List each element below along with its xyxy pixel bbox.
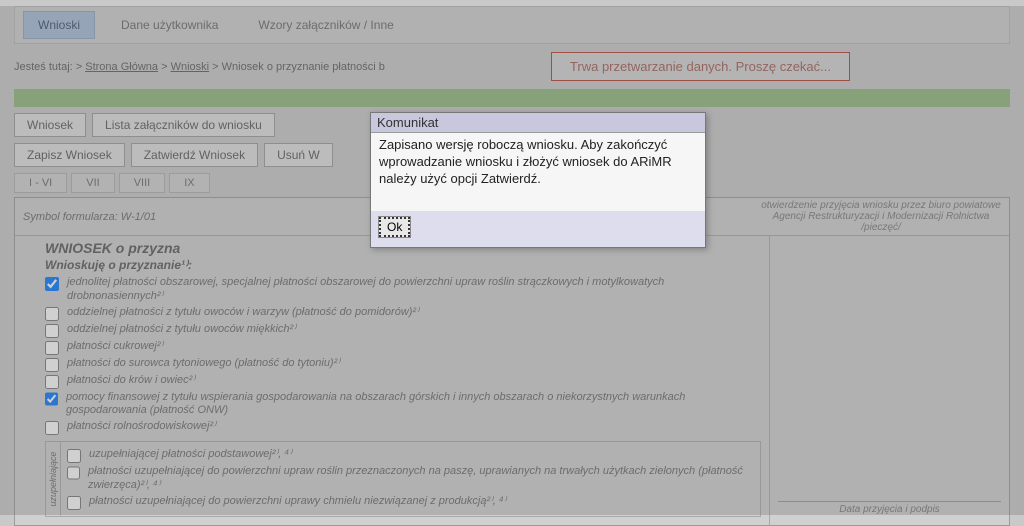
item-label: płatności do krów i owiec²⁾	[67, 374, 195, 388]
breadcrumb-link-wnioski[interactable]: Wnioski	[171, 61, 210, 73]
list-item: pomocy finansowej z tytułu wspierania go…	[45, 391, 761, 419]
checkbox-item-6[interactable]	[45, 392, 58, 406]
subtab-lista-zalacznikow[interactable]: Lista załączników do wniosku	[92, 113, 275, 137]
item-label: oddzielnej płatności z tytułu owoców i w…	[67, 306, 419, 320]
checkbox-item-3[interactable]	[45, 341, 59, 355]
breadcrumb-link-home[interactable]: Strona Główna	[85, 61, 158, 73]
right-footer-label: Data przyjęcia i podpis	[839, 504, 940, 515]
dialog-body: Zapisano wersję roboczą wniosku. Aby zak…	[371, 133, 705, 211]
page-tab-7[interactable]: VII	[71, 173, 114, 193]
breadcrumb-row: Jesteś tutaj: > Strona Główna > Wnioski …	[14, 52, 1010, 81]
checkbox-item-7[interactable]	[45, 421, 59, 435]
tab-wnioski[interactable]: Wnioski	[23, 11, 95, 39]
form-right-footer: Data przyjęcia i podpis	[778, 501, 1001, 515]
checkbox-item-2[interactable]	[45, 324, 59, 338]
sub-items: uzupełniającej płatności podstawowej²⁾, …	[61, 442, 760, 516]
top-nav: Wnioski Dane użytkownika Wzory załącznik…	[14, 6, 1010, 44]
approve-button[interactable]: Zatwierdź Wniosek	[131, 143, 258, 167]
item-label: jednolitej płatności obszarowej, specjal…	[67, 276, 761, 304]
list-item: płatności uzupełniającej do powierzchni …	[67, 465, 754, 493]
item-label: płatności uzupełniającej do powierzchni …	[88, 465, 754, 493]
item-label: płatności do surowca tytoniowego (płatno…	[67, 357, 340, 371]
checkbox-item-0[interactable]	[45, 277, 59, 291]
section-divider-bar	[14, 89, 1010, 107]
list-item: płatności cukrowej²⁾	[45, 340, 761, 355]
item-label: płatności uzupełniającej do powierzchni …	[89, 495, 506, 509]
breadcrumb-current: Wniosek o przyznanie płatności b	[222, 61, 385, 73]
dialog-footer: Ok	[371, 211, 705, 247]
breadcrumb: Jesteś tutaj: > Strona Główna > Wnioski …	[14, 61, 385, 73]
item-label: oddzielnej płatności z tytułu owoców mię…	[67, 323, 296, 337]
page-tab-8[interactable]: VIII	[119, 173, 166, 193]
checkbox-sub-1[interactable]	[67, 466, 80, 480]
checkbox-item-5[interactable]	[45, 375, 59, 389]
item-label: płatności rolnośrodowiskowej²⁾	[67, 420, 216, 434]
page-tab-9[interactable]: IX	[169, 173, 209, 193]
list-item: płatności do krów i owiec²⁾	[45, 374, 761, 389]
checkbox-sub-0[interactable]	[67, 449, 81, 463]
save-button[interactable]: Zapisz Wniosek	[14, 143, 125, 167]
processing-notice: Trwa przetwarzanie danych. Proszę czekać…	[551, 52, 850, 81]
page-tab-1-6[interactable]: I - VI	[14, 173, 67, 193]
tab-wzory-zalacznikow[interactable]: Wzory załączników / Inne	[244, 12, 407, 38]
list-item: płatności do surowca tytoniowego (płatno…	[45, 357, 761, 372]
list-item: płatności rolnośrodowiskowej²⁾	[45, 420, 761, 435]
sub-group-label: uzupełniające	[46, 442, 61, 516]
list-item: oddzielnej płatności z tytułu owoców mię…	[45, 323, 761, 338]
form-right-header: otwierdzenie przyjęcia wniosku przez biu…	[761, 200, 1001, 233]
ok-button[interactable]: Ok	[379, 217, 410, 237]
sub-group: uzupełniające uzupełniającej płatności p…	[45, 441, 761, 517]
tab-dane-uzytkownika[interactable]: Dane użytkownika	[107, 12, 232, 38]
form-subtitle: Wnioskuję o przyznanie¹⁾:	[45, 258, 761, 272]
item-label: uzupełniającej płatności podstawowej²⁾, …	[89, 448, 292, 462]
subtab-wniosek[interactable]: Wniosek	[14, 113, 86, 137]
checkbox-sub-2[interactable]	[67, 496, 81, 510]
form-right: Data przyjęcia i podpis	[769, 236, 1009, 525]
item-label: pomocy finansowej z tytułu wspierania go…	[66, 391, 761, 419]
list-item: jednolitej płatności obszarowej, specjal…	[45, 276, 761, 304]
list-item: płatności uzupełniającej do powierzchni …	[67, 495, 754, 510]
delete-button[interactable]: Usuń W	[264, 143, 333, 167]
list-item: uzupełniającej płatności podstawowej²⁾, …	[67, 448, 754, 463]
checkbox-item-1[interactable]	[45, 307, 59, 321]
form-symbol: Symbol formularza: W-1/01	[23, 211, 156, 223]
breadcrumb-prefix: Jesteś tutaj:	[14, 61, 73, 73]
dialog-title: Komunikat	[371, 113, 705, 133]
item-label: płatności cukrowej²⁾	[67, 340, 163, 354]
list-item: oddzielnej płatności z tytułu owoców i w…	[45, 306, 761, 321]
checkbox-item-4[interactable]	[45, 358, 59, 372]
dialog-komunikat: Komunikat Zapisano wersję roboczą wniosk…	[370, 112, 706, 248]
form-left: WNIOSEK o przyzna Wnioskuję o przyznanie…	[15, 236, 769, 525]
